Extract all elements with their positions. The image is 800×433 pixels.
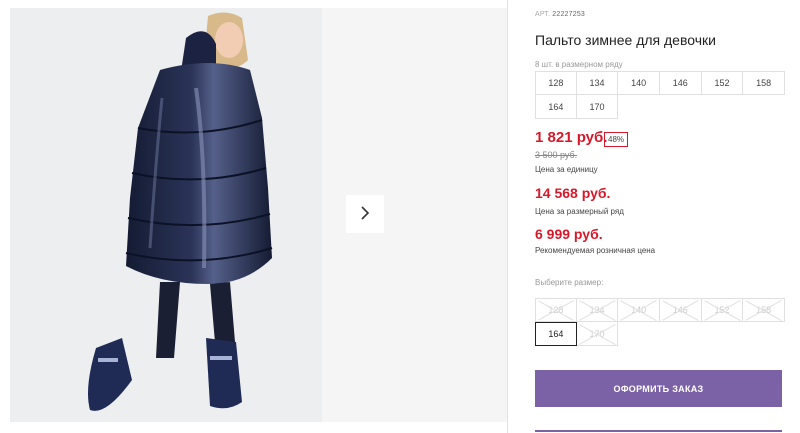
product-title: Пальто зимнее для девочки <box>535 32 716 48</box>
pack-size-cell: 152 <box>701 71 744 95</box>
sku: АРТ. 22227253 <box>535 11 585 18</box>
size-picker: 128 134 140 146 152 158 164 170 <box>535 298 785 346</box>
size-option: 146 <box>659 298 702 322</box>
product-image[interactable] <box>10 8 322 422</box>
pack-size-cell: 128 <box>535 71 577 95</box>
size-option: 158 <box>743 298 785 322</box>
girl-in-coat-illustration <box>10 8 322 422</box>
pack-size-cell: 158 <box>743 71 785 95</box>
old-price: 3 500 руб. <box>535 150 578 160</box>
rrp-caption: Рекомендуемая розничная цена <box>535 246 656 255</box>
pack-size-cell: 134 <box>576 71 619 95</box>
size-option: 170 <box>576 322 619 346</box>
next-image-button[interactable] <box>346 195 384 233</box>
sku-label: АРТ. <box>535 11 551 18</box>
pack-size-cell: 170 <box>576 95 619 119</box>
pack-price-caption: Цена за размерный ряд <box>535 207 624 216</box>
size-option: 152 <box>701 298 744 322</box>
discount-badge: 48% <box>604 132 629 147</box>
pack-price: 14 568 руб. <box>535 185 611 201</box>
size-option: 134 <box>576 298 619 322</box>
size-option-selected[interactable]: 164 <box>535 322 577 346</box>
pack-size-cell: 140 <box>618 71 660 95</box>
size-option: 140 <box>618 298 660 322</box>
rrp-price: 6 999 руб. <box>535 226 603 242</box>
pack-size-cell: 164 <box>535 95 577 119</box>
chevron-right-icon <box>359 205 371 224</box>
unit-price: 1 821 руб. <box>535 129 608 146</box>
size-option: 128 <box>535 298 577 322</box>
size-picker-label: Выберите размер: <box>535 278 604 287</box>
column-divider <box>507 0 508 433</box>
pack-sizes-grid: 128 134 140 146 152 158 164 170 <box>535 71 785 119</box>
sku-value: 22227253 <box>552 11 586 18</box>
pack-size-cell: 146 <box>659 71 702 95</box>
secondary-button-edge <box>535 430 782 432</box>
unit-price-caption: Цена за единицу <box>535 165 598 174</box>
pack-note: 8 шт. в размерном ряду <box>535 60 623 69</box>
order-button[interactable]: ОФОРМИТЬ ЗАКАЗ <box>535 370 782 407</box>
